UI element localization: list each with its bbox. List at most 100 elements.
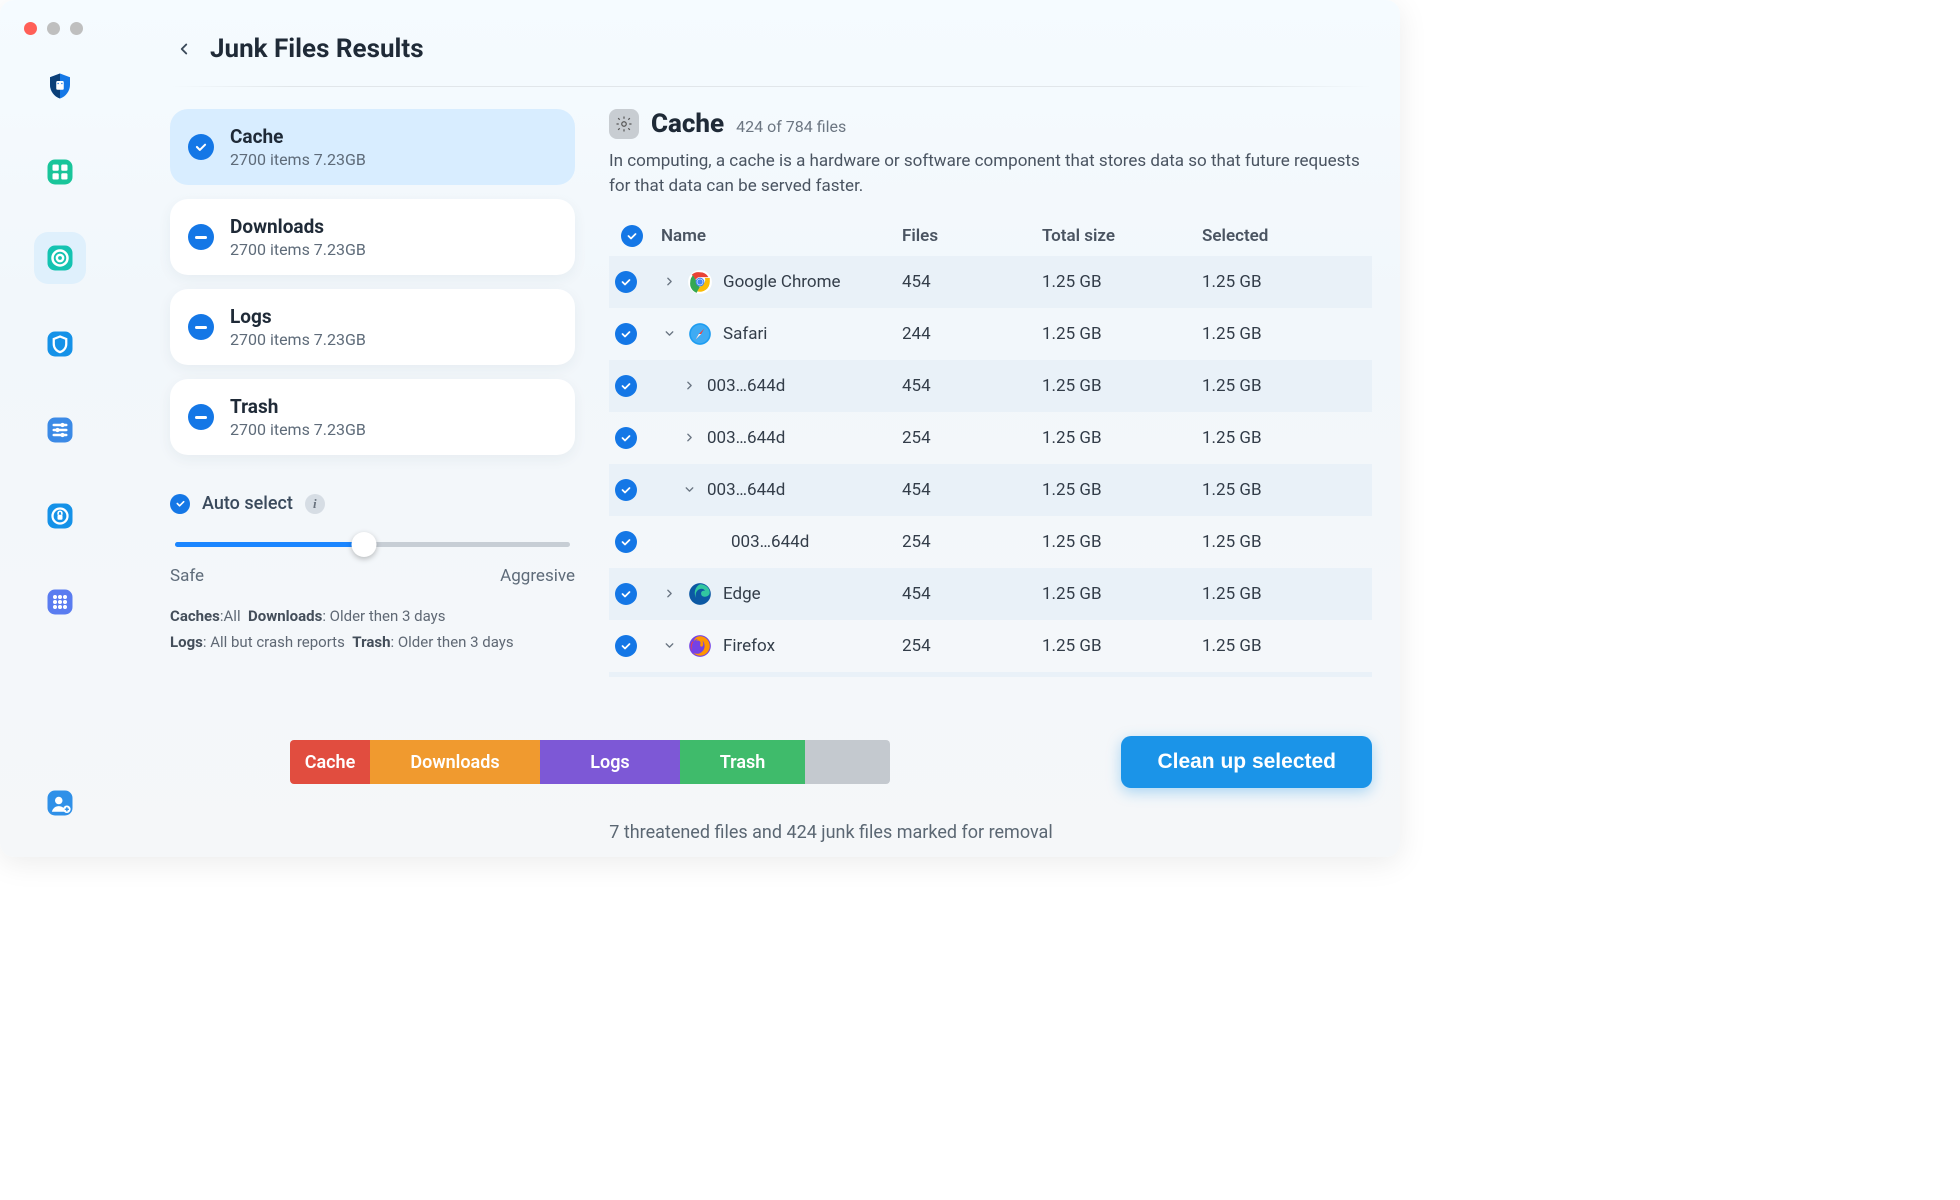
row-name: Edge bbox=[723, 584, 761, 604]
chevron-right-icon[interactable] bbox=[661, 275, 677, 288]
table-row[interactable]: 003…644d2541.25 GB1.25 GB bbox=[609, 516, 1372, 568]
nav-scan-icon[interactable] bbox=[34, 232, 86, 284]
minus-icon[interactable] bbox=[188, 404, 214, 430]
chevron-right-icon[interactable] bbox=[681, 379, 697, 392]
table-row[interactable]: 003…644d4541.25 GB1.25 GB bbox=[609, 360, 1372, 412]
chrome-icon bbox=[687, 269, 713, 295]
info-icon[interactable]: i bbox=[305, 494, 325, 514]
safari-icon bbox=[687, 321, 713, 347]
page-title: Junk Files Results bbox=[210, 34, 424, 64]
row-name: 003…644d bbox=[707, 480, 785, 500]
chevron-right-icon[interactable] bbox=[681, 431, 697, 444]
nav-account-icon[interactable] bbox=[34, 777, 86, 829]
section-count: 424 of 784 files bbox=[736, 117, 846, 136]
row-total: 1.25 GB bbox=[1042, 584, 1202, 604]
nav-shield-icon[interactable] bbox=[34, 60, 86, 112]
row-files: 254 bbox=[902, 532, 1042, 552]
bar-cache[interactable]: Cache bbox=[290, 740, 370, 784]
table-row[interactable]: 003…644d2541.25 GB1.25 GB bbox=[609, 412, 1372, 464]
auto-select-checkbox[interactable] bbox=[170, 494, 190, 514]
row-name: 003…644d bbox=[707, 428, 785, 448]
row-total: 1.25 GB bbox=[1042, 272, 1202, 292]
row-total: 1.25 GB bbox=[1042, 376, 1202, 396]
section-title: Cache bbox=[651, 109, 724, 139]
row-files: 454 bbox=[902, 272, 1042, 292]
chevron-right-icon[interactable] bbox=[661, 587, 677, 600]
table-row[interactable]: Firefox2541.25 GB1.25 GB bbox=[609, 620, 1372, 672]
row-total: 1.25 GB bbox=[1042, 428, 1202, 448]
category-trash[interactable]: Trash 2700 items 7.23GB bbox=[170, 379, 575, 455]
slider-max-label: Aggresive bbox=[500, 566, 575, 586]
row-total: 1.25 GB bbox=[1042, 480, 1202, 500]
clean-up-button[interactable]: Clean up selected bbox=[1121, 736, 1372, 788]
row-checkbox[interactable] bbox=[615, 635, 637, 657]
select-all-checkbox[interactable] bbox=[621, 225, 643, 247]
row-name: Safari bbox=[723, 324, 767, 344]
chevron-down-icon[interactable] bbox=[661, 327, 677, 340]
row-files: 254 bbox=[902, 428, 1042, 448]
back-button[interactable] bbox=[170, 35, 198, 63]
row-selected: 1.25 GB bbox=[1202, 428, 1362, 448]
firefox-icon bbox=[687, 633, 713, 659]
category-subtitle: 2700 items 7.23GB bbox=[230, 330, 366, 349]
category-title: Trash bbox=[230, 395, 366, 418]
row-checkbox[interactable] bbox=[615, 531, 637, 553]
status-line: 7 threatened files and 424 junk files ma… bbox=[290, 822, 1372, 843]
row-total: 1.25 GB bbox=[1042, 324, 1202, 344]
nav-dashboard-icon[interactable] bbox=[34, 146, 86, 198]
category-logs[interactable]: Logs2700 items 7.23GB bbox=[170, 289, 575, 365]
window-traffic-lights[interactable] bbox=[24, 22, 83, 35]
bar-downloads[interactable]: Downloads bbox=[370, 740, 540, 784]
table-row[interactable]: Safari2441.25 GB1.25 GB bbox=[609, 308, 1372, 360]
slider-min-label: Safe bbox=[170, 566, 204, 586]
table-row[interactable]: Edge4541.25 GB1.25 GB bbox=[609, 568, 1372, 620]
col-files[interactable]: Files bbox=[902, 226, 1042, 246]
close-window[interactable] bbox=[24, 22, 37, 35]
category-title: Cache bbox=[230, 125, 366, 148]
maximize-window[interactable] bbox=[70, 22, 83, 35]
category-subtitle: 2700 items 7.23GB bbox=[230, 240, 366, 259]
category-downloads[interactable]: Downloads 2700 items 7.23GB bbox=[170, 199, 575, 275]
bar-free bbox=[805, 740, 890, 784]
row-checkbox[interactable] bbox=[615, 271, 637, 293]
row-checkbox[interactable] bbox=[615, 323, 637, 345]
gear-icon bbox=[609, 109, 639, 139]
row-name: Firefox bbox=[723, 636, 775, 656]
row-checkbox[interactable] bbox=[615, 375, 637, 397]
row-selected: 1.25 GB bbox=[1202, 584, 1362, 604]
row-total: 1.25 GB bbox=[1042, 636, 1202, 656]
row-name: Google Chrome bbox=[723, 272, 841, 292]
category-subtitle: 2700 items 7.23GB bbox=[230, 420, 366, 439]
col-total[interactable]: Total size bbox=[1042, 226, 1202, 246]
bar-logs[interactable]: Logs bbox=[540, 740, 680, 784]
row-files: 254 bbox=[902, 636, 1042, 656]
category-cache[interactable]: Cache2700 items 7.23GB bbox=[170, 109, 575, 185]
row-checkbox[interactable] bbox=[615, 427, 637, 449]
table-row[interactable]: 003…644d4541.25 GB1.25 GB bbox=[609, 672, 1372, 677]
row-total: 1.25 GB bbox=[1042, 532, 1202, 552]
chevron-down-icon[interactable] bbox=[681, 483, 697, 496]
table-row[interactable]: 003…644d4541.25 GB1.25 GB bbox=[609, 464, 1372, 516]
row-files: 454 bbox=[902, 376, 1042, 396]
category-title: Downloads bbox=[230, 215, 366, 238]
minus-icon[interactable] bbox=[188, 224, 214, 250]
bar-trash[interactable]: Trash bbox=[680, 740, 805, 784]
chevron-down-icon[interactable] bbox=[661, 639, 677, 652]
aggressiveness-slider[interactable] bbox=[170, 530, 575, 560]
col-selected[interactable]: Selected bbox=[1202, 226, 1362, 246]
section-description: In computing, a cache is a hardware or s… bbox=[609, 149, 1372, 198]
minus-icon[interactable] bbox=[188, 314, 214, 340]
row-checkbox[interactable] bbox=[615, 479, 637, 501]
policy-summary: Caches:All Downloads: Older then 3 days … bbox=[170, 604, 575, 655]
checkmark-icon[interactable] bbox=[188, 134, 214, 160]
row-selected: 1.25 GB bbox=[1202, 480, 1362, 500]
nav-protect-icon[interactable] bbox=[34, 318, 86, 370]
col-name[interactable]: Name bbox=[661, 226, 902, 246]
minimize-window[interactable] bbox=[47, 22, 60, 35]
row-files: 454 bbox=[902, 584, 1042, 604]
nav-lock-icon[interactable] bbox=[34, 490, 86, 542]
table-row[interactable]: Google Chrome4541.25 GB1.25 GB bbox=[609, 256, 1372, 308]
nav-apps-icon[interactable] bbox=[34, 576, 86, 628]
row-checkbox[interactable] bbox=[615, 583, 637, 605]
nav-tune-icon[interactable] bbox=[34, 404, 86, 456]
